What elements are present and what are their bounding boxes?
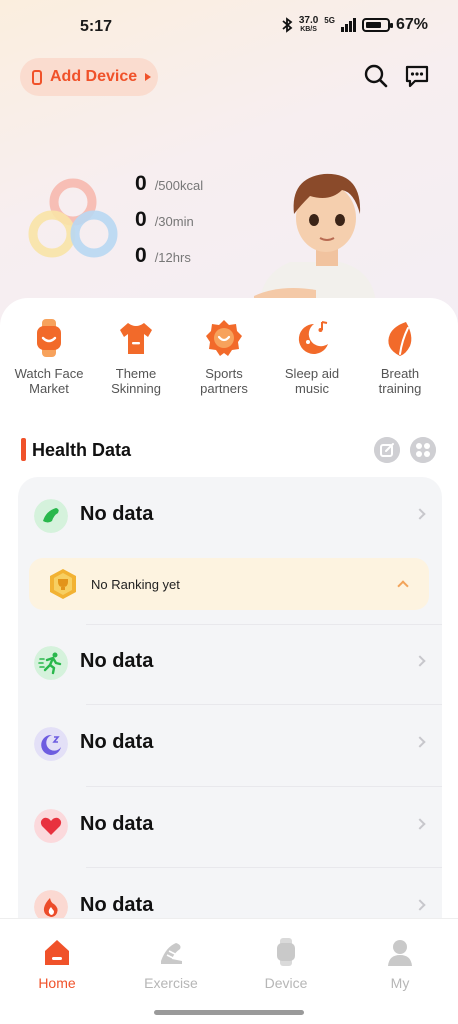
edit-icon[interactable] xyxy=(374,437,400,463)
nav-my[interactable]: My xyxy=(355,937,445,991)
divider xyxy=(86,867,442,868)
ranking-text: No Ranking yet xyxy=(91,577,180,592)
device-icon xyxy=(277,938,295,966)
chevron-right-icon xyxy=(414,508,426,520)
net-speed: 37.0 KB/S xyxy=(298,15,319,34)
calories-stat: 0 /500kcal xyxy=(135,172,204,195)
chevron-right-icon xyxy=(414,736,426,748)
nav-home[interactable]: Home xyxy=(12,937,102,991)
network-type: 5G xyxy=(324,16,335,25)
section-accent-bar xyxy=(21,438,26,461)
nav-exercise[interactable]: Exercise xyxy=(126,937,216,991)
divider xyxy=(86,624,442,625)
chevron-right-icon xyxy=(414,899,426,911)
health-data-card xyxy=(18,477,442,947)
exercise-time-stat: 0 /30min xyxy=(135,208,194,231)
chevron-right-icon xyxy=(414,818,426,830)
feature-sleep-aid-music[interactable]: Sleep aid music xyxy=(269,318,355,396)
feature-watch-face-market[interactable]: Watch Face Market xyxy=(6,318,92,396)
status-time: 5:17 xyxy=(80,18,113,35)
moon-music-icon xyxy=(298,321,328,354)
running-icon xyxy=(34,646,68,680)
home-indicator[interactable] xyxy=(154,1010,304,1015)
sleep-icon xyxy=(34,727,68,761)
feature-theme-skinning[interactable]: Theme Skinning xyxy=(93,318,179,396)
exercise-icon xyxy=(161,943,182,964)
features-row: Watch Face Market Theme Skinning Sports … xyxy=(0,318,458,408)
bottom-nav: Home Exercise Device My xyxy=(0,918,458,1024)
watch-icon xyxy=(37,319,61,357)
heart-icon xyxy=(34,809,68,843)
nav-device[interactable]: Device xyxy=(241,937,331,991)
message-icon[interactable] xyxy=(403,62,431,90)
status-bar: 5:17 37.0 KB/S 5G 67% xyxy=(0,12,458,40)
sleep-row[interactable]: No data xyxy=(18,715,442,775)
home-icon xyxy=(45,940,69,965)
avatar-character xyxy=(254,173,376,302)
divider xyxy=(86,786,442,787)
divider xyxy=(86,704,442,705)
caret-right-icon xyxy=(145,73,152,81)
header-background xyxy=(0,0,458,340)
add-device-button[interactable]: Add Device xyxy=(20,58,158,96)
standing-stat: 0 /12hrs xyxy=(135,244,191,267)
watch-icon xyxy=(32,69,42,85)
chevron-right-icon xyxy=(414,655,426,667)
feature-sports-partners[interactable]: Sports partners xyxy=(181,318,267,396)
profile-icon xyxy=(388,940,412,966)
steps-row[interactable]: No data xyxy=(18,487,442,547)
heart-rate-row[interactable]: No data xyxy=(18,797,442,857)
steps-icon xyxy=(34,499,68,533)
shirt-icon xyxy=(120,323,152,354)
health-data-title: Health Data xyxy=(32,440,132,460)
leaf-icon xyxy=(388,322,412,356)
search-icon[interactable] xyxy=(362,62,390,90)
activity-rings-icon[interactable] xyxy=(28,176,118,260)
chevron-up-icon[interactable] xyxy=(397,580,409,592)
status-indicators: 37.0 KB/S 5G 67% xyxy=(281,16,428,34)
feature-breath-training[interactable]: Breath training xyxy=(357,318,443,396)
battery-percent: 67% xyxy=(395,16,428,33)
ranking-banner[interactable]: No Ranking yet xyxy=(29,558,429,610)
add-device-label: Add Device xyxy=(50,68,138,85)
bluetooth-icon xyxy=(282,17,293,33)
badge-icon xyxy=(206,320,242,356)
grid-icon[interactable] xyxy=(410,437,436,463)
battery-icon xyxy=(361,18,393,32)
trophy-icon xyxy=(50,569,76,599)
signal-icon xyxy=(340,18,356,32)
exercise-row[interactable]: No data xyxy=(18,634,442,694)
